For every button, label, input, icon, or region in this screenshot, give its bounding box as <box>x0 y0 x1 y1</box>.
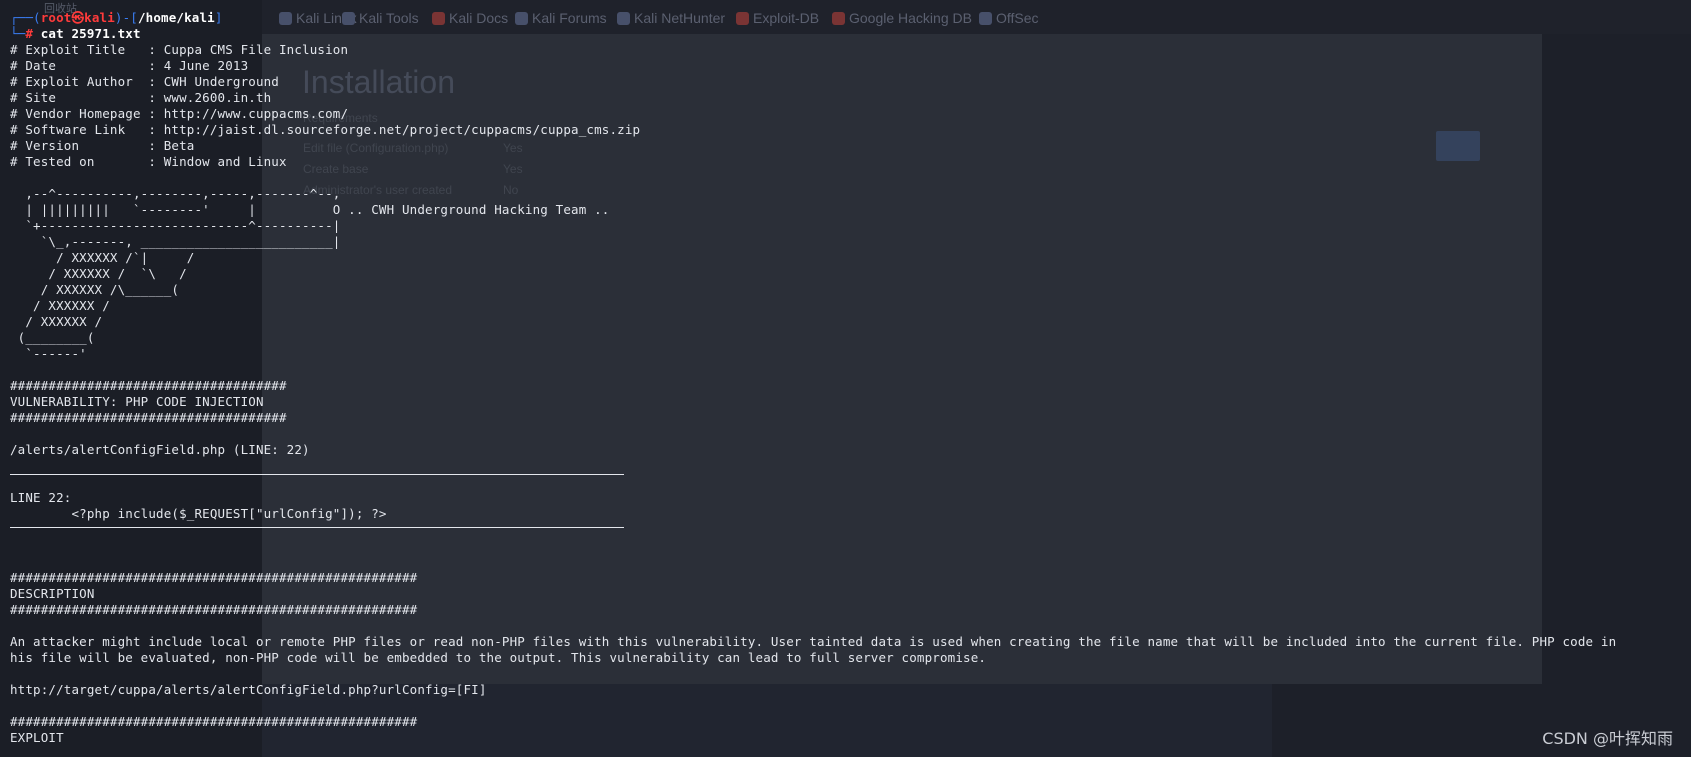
header-line: # Exploit Title : Cuppa CMS File Inclusi… <box>10 42 349 57</box>
header-line: # Software Link : http://jaist.dl.source… <box>10 122 641 137</box>
code-line-label: LINE 22: <box>10 490 72 505</box>
ascii-art-line: / XXXXXX / <box>10 298 110 313</box>
header-line: # Version : Beta <box>10 138 195 153</box>
description-text: his file will be evaluated, non-PHP code… <box>10 650 987 665</box>
ascii-art-line: / XXXXXX /\______( <box>10 282 180 297</box>
code-line: <?php include($_REQUEST["urlConfig"]); ?… <box>10 506 387 521</box>
ascii-art-line: `+---------------------------^----------… <box>10 218 341 233</box>
command-text: cat 25971.txt <box>40 26 141 41</box>
ascii-art-line: ,--^----------,--------,-----,-------^--… <box>10 186 341 201</box>
prompt-at-icon: ㉿ <box>71 10 85 25</box>
prompt-line: ┌──(root㉿kali)-[/home/kali] <box>10 10 223 25</box>
description-text: An attacker might include local or remot… <box>10 634 1617 649</box>
target-url: http://target/cuppa/alerts/alertConfigFi… <box>10 682 487 697</box>
exploit-title: EXPLOIT <box>10 730 64 745</box>
header-line: # Tested on : Window and Linux <box>10 154 287 169</box>
terminal-output: ┌──(root㉿kali)-[/home/kali] └─# cat 2597… <box>0 0 1691 757</box>
vulnerability-title: VULNERABILITY: PHP CODE INJECTION <box>10 394 264 409</box>
separator-line <box>10 474 624 475</box>
header-line: # Site : www.2600.in.th <box>10 90 272 105</box>
csdn-watermark: CSDN @叶挥知雨 <box>1542 729 1673 748</box>
ascii-art-line: (________( <box>10 330 95 345</box>
prompt-symbol: # <box>25 26 34 41</box>
prompt-path: /home/kali <box>137 10 215 25</box>
header-line: # Date : 4 June 2013 <box>10 58 249 73</box>
ascii-art-line: `------' <box>10 346 87 361</box>
header-line: # Vendor Homepage : http://www.cuppacms.… <box>10 106 349 121</box>
ascii-art-line: | ||||||||| `--------' | O .. CWH Underg… <box>10 202 610 217</box>
hash-divider: ########################################… <box>10 602 418 617</box>
hash-divider: #################################### <box>10 378 287 393</box>
ascii-art-line: / XXXXXX / <box>10 314 103 329</box>
prompt-host: kali <box>84 10 115 25</box>
prompt-user: root <box>40 10 72 25</box>
ascii-art-line: / XXXXXX / `\ / <box>10 266 187 281</box>
command-line: └─# cat 25971.txt <box>10 26 141 41</box>
hash-divider: ########################################… <box>10 714 418 729</box>
hash-divider: ########################################… <box>10 570 418 585</box>
vulnerable-file: /alerts/alertConfigField.php (LINE: 22) <box>10 442 310 457</box>
description-title: DESCRIPTION <box>10 586 95 601</box>
hash-divider: #################################### <box>10 410 287 425</box>
separator-line <box>10 527 624 528</box>
header-line: # Exploit Author : CWH Underground <box>10 74 279 89</box>
ascii-art-line: `\_,-------, _________________________| <box>10 234 341 249</box>
ascii-art-line: / XXXXXX /`| / <box>10 250 195 265</box>
